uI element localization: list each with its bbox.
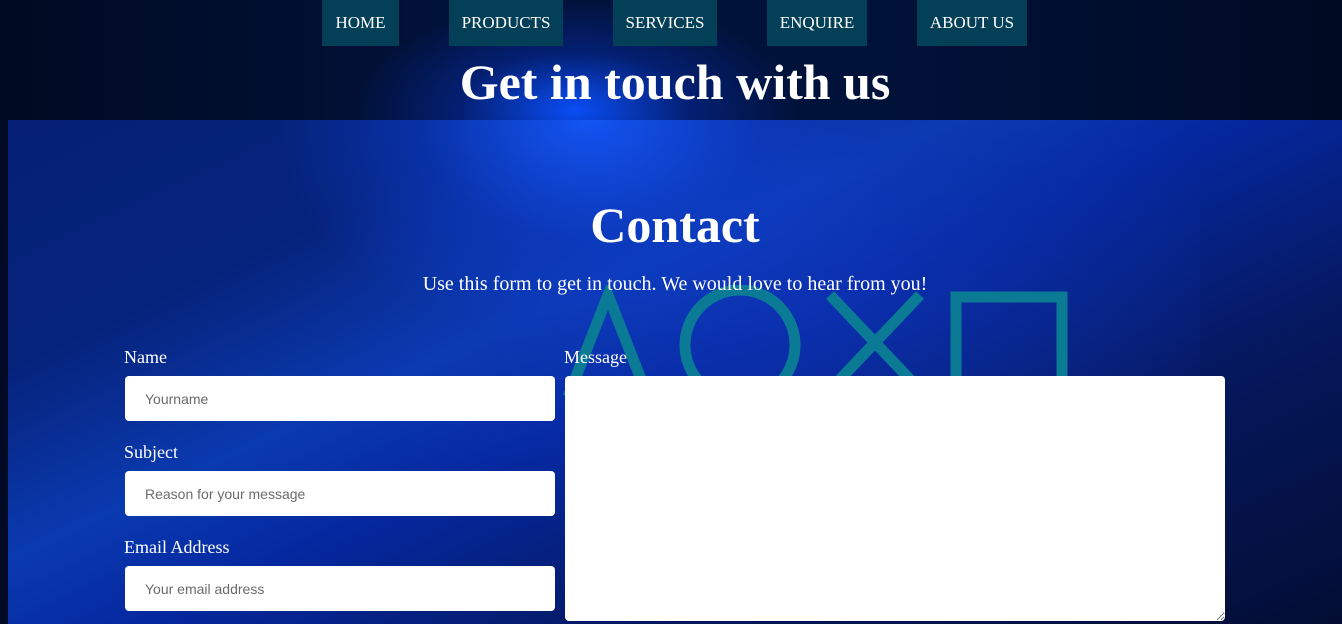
hero-title: Get in touch with us: [459, 54, 891, 110]
name-label: Name: [124, 347, 167, 367]
name-input[interactable]: [125, 376, 555, 421]
main-nav: HOME PRODUCTS SERVICES ENQUIRE ABOUT US: [0, 0, 1342, 46]
nav-item-products[interactable]: PRODUCTS: [449, 0, 563, 46]
nav-item-home[interactable]: HOME: [322, 0, 399, 46]
nav-item-about-us[interactable]: ABOUT US: [917, 0, 1027, 46]
subject-label: Subject: [124, 442, 178, 462]
subject-input[interactable]: [125, 471, 555, 516]
nav-item-services[interactable]: SERVICES: [613, 0, 717, 46]
email-input[interactable]: [125, 566, 555, 611]
contact-title: Contact: [590, 197, 760, 253]
nav-item-enquire[interactable]: ENQUIRE: [767, 0, 867, 46]
message-label: Message: [564, 347, 627, 367]
contact-subtitle: Use this form to get in touch. We would …: [422, 273, 928, 295]
email-label: Email Address: [124, 537, 230, 557]
message-textarea[interactable]: [565, 376, 1225, 621]
